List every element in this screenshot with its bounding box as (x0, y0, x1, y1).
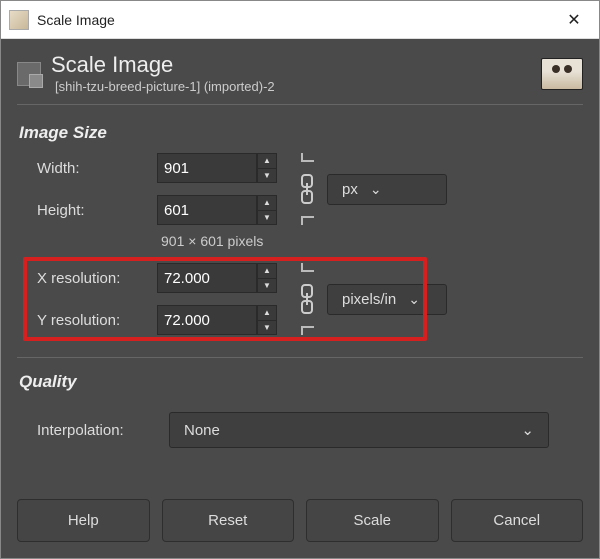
width-spin-arrows: ▲ ▼ (257, 153, 277, 183)
y-res-spin-arrows: ▲ ▼ (257, 305, 277, 335)
size-unit-select[interactable]: px ⌄ (327, 174, 447, 205)
close-icon: ✕ (567, 10, 580, 30)
size-unit-value: px (342, 181, 358, 198)
interpolation-value: None (184, 422, 220, 439)
scale-icon (17, 62, 41, 86)
caret-up-icon: ▲ (263, 308, 271, 317)
interpolation-row: Interpolation: None ⌄ (17, 412, 583, 448)
cancel-button[interactable]: Cancel (451, 499, 584, 542)
caret-up-icon: ▲ (263, 266, 271, 275)
chain-link-icon (292, 263, 322, 335)
dimensions-text: 901 × 601 pixels (157, 233, 467, 249)
resolution-block: X resolution: ▲ ▼ (17, 255, 583, 343)
titlebar: Scale Image ✕ (1, 1, 599, 39)
height-spinner: ▲ ▼ (157, 195, 287, 225)
resolution-unit-select[interactable]: pixels/in ⌄ (327, 284, 447, 315)
x-resolution-input[interactable] (157, 263, 257, 293)
resolution-grid: X resolution: ▲ ▼ (17, 263, 583, 335)
y-res-step-up[interactable]: ▲ (257, 305, 277, 320)
y-res-step-down[interactable]: ▼ (257, 320, 277, 336)
height-label: Height: (17, 202, 157, 219)
scale-button[interactable]: Scale (306, 499, 439, 542)
resolution-chain-link[interactable] (287, 263, 327, 335)
x-resolution-spinner: ▲ ▼ (157, 263, 287, 293)
width-step-up[interactable]: ▲ (257, 153, 277, 168)
y-resolution-input[interactable] (157, 305, 257, 335)
header-titles: Scale Image [shih-tzu-breed-picture-1] (… (51, 53, 531, 94)
x-res-step-up[interactable]: ▲ (257, 263, 277, 278)
scale-image-dialog: Scale Image ✕ Scale Image [shih-tzu-bree… (0, 0, 600, 559)
chevron-down-icon: ⌄ (521, 421, 534, 439)
caret-down-icon: ▼ (263, 281, 271, 290)
help-button[interactable]: Help (17, 499, 150, 542)
size-grid: Width: ▲ ▼ px ⌄ Height: (17, 153, 583, 249)
height-input[interactable] (157, 195, 257, 225)
image-thumbnail (541, 58, 583, 90)
y-resolution-spinner: ▲ ▼ (157, 305, 287, 335)
width-step-down[interactable]: ▼ (257, 168, 277, 184)
caret-up-icon: ▲ (263, 156, 271, 165)
reset-button[interactable]: Reset (162, 499, 295, 542)
dialog-body: Scale Image [shih-tzu-breed-picture-1] (… (1, 39, 599, 558)
y-resolution-label: Y resolution: (17, 312, 157, 329)
interpolation-label: Interpolation: (37, 422, 157, 439)
height-step-up[interactable]: ▲ (257, 195, 277, 210)
caret-down-icon: ▼ (263, 171, 271, 180)
app-icon (9, 10, 29, 30)
x-res-step-down[interactable]: ▼ (257, 278, 277, 294)
chain-link-icon (292, 153, 322, 225)
image-size-heading: Image Size (19, 123, 583, 143)
width-spinner: ▲ ▼ (157, 153, 287, 183)
x-resolution-label: X resolution: (17, 270, 157, 287)
dialog-title: Scale Image (51, 53, 531, 77)
window-title: Scale Image (37, 12, 549, 28)
interpolation-select[interactable]: None ⌄ (169, 412, 549, 448)
close-button[interactable]: ✕ (549, 1, 599, 39)
size-chain-link[interactable] (287, 153, 327, 225)
dialog-header: Scale Image [shih-tzu-breed-picture-1] (… (17, 53, 583, 105)
height-step-down[interactable]: ▼ (257, 210, 277, 226)
caret-down-icon: ▼ (263, 213, 271, 222)
image-name: [shih-tzu-breed-picture-1] (imported)-2 (55, 79, 531, 94)
width-input[interactable] (157, 153, 257, 183)
quality-heading: Quality (19, 372, 583, 392)
chevron-down-icon: ⌄ (408, 291, 420, 308)
dialog-footer: Help Reset Scale Cancel (17, 481, 583, 542)
height-spin-arrows: ▲ ▼ (257, 195, 277, 225)
caret-up-icon: ▲ (263, 198, 271, 207)
caret-down-icon: ▼ (263, 323, 271, 332)
divider (17, 357, 583, 358)
resolution-unit-value: pixels/in (342, 291, 396, 308)
chevron-down-icon: ⌄ (370, 181, 382, 198)
x-res-spin-arrows: ▲ ▼ (257, 263, 277, 293)
width-label: Width: (17, 160, 157, 177)
